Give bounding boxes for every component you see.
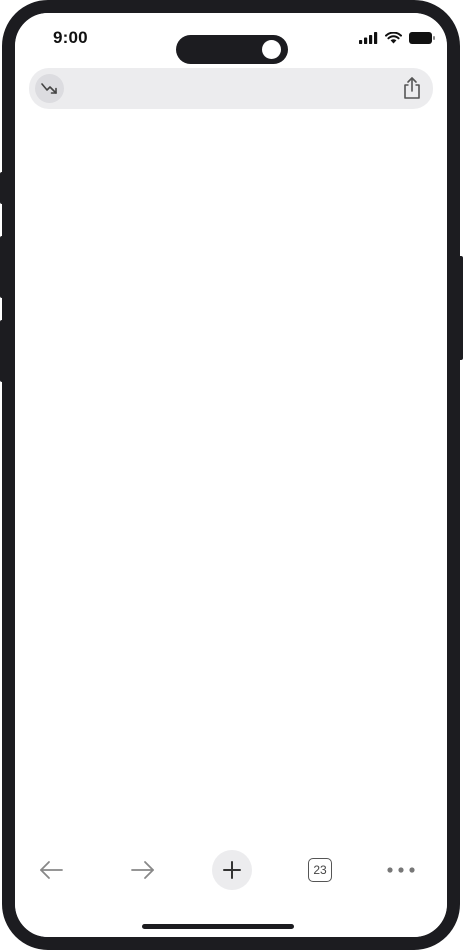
tabs-button[interactable]: 23: [303, 845, 337, 895]
share-button[interactable]: [399, 75, 425, 101]
home-indicator: [142, 924, 294, 929]
bottom-toolbar: 23: [0, 845, 463, 895]
address-bar[interactable]: [29, 68, 433, 109]
status-bar: 9:00: [15, 13, 447, 73]
back-button[interactable]: [34, 845, 68, 895]
page-content: [15, 113, 447, 847]
forward-arrow-icon: [131, 861, 154, 879]
forward-button[interactable]: [126, 845, 160, 895]
more-button[interactable]: [384, 845, 418, 895]
screen: 9:00: [15, 13, 447, 937]
share-icon: [404, 77, 420, 99]
tab-count-badge: 23: [308, 858, 332, 882]
more-dots-icon: [387, 867, 415, 873]
trending-down-icon: [40, 82, 57, 94]
status-icons: [359, 32, 435, 44]
new-tab-button[interactable]: [212, 850, 252, 890]
trending-down-button[interactable]: [35, 74, 64, 103]
plus-icon: [223, 861, 241, 879]
back-arrow-icon: [40, 861, 63, 879]
cellular-signal-icon: [359, 32, 378, 44]
dynamic-island: [176, 35, 288, 64]
status-time: 9:00: [53, 28, 88, 47]
phone-frame: 9:00: [2, 0, 460, 950]
battery-icon: [409, 32, 435, 44]
wifi-icon: [385, 32, 402, 44]
camera-icon: [262, 40, 281, 59]
